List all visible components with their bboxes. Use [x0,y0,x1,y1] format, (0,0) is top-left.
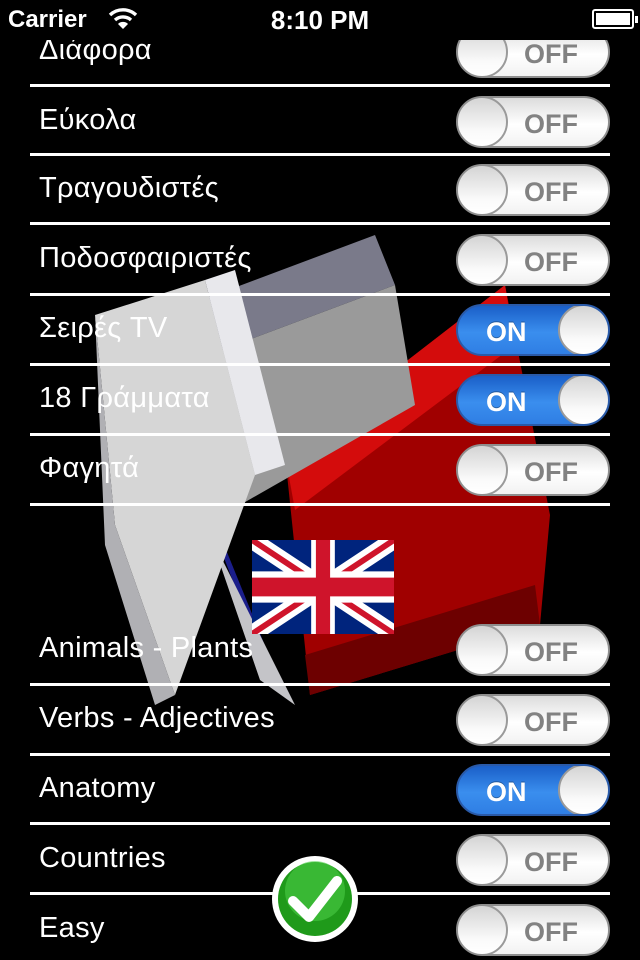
toggle-knob [458,236,508,284]
battery-icon [592,9,638,29]
toggle-state-label: OFF [524,917,578,947]
row-separator [30,222,610,225]
category-toggle[interactable]: OFF [456,904,610,956]
row-separator [30,683,610,686]
toggle-state-label: OFF [524,177,578,207]
toggle-knob [458,626,508,674]
category-row: Εύκολα OFF [30,88,610,156]
status-time: 8:10 PM [270,5,370,35]
category-row: Σειρές TV ON [30,296,610,364]
category-label: Countries [39,842,166,874]
category-label: Easy [39,912,105,944]
category-toggle[interactable]: ON [456,304,610,356]
done-checkmark-button[interactable] [271,855,359,943]
toggle-state-label: ON [486,317,527,347]
category-toggle[interactable]: OFF [456,444,610,496]
category-toggle[interactable]: OFF [456,96,610,148]
category-label: Σειρές TV [39,312,168,344]
category-label: Φαγητά [39,452,140,484]
category-label: 18 Γράμματα [39,382,210,414]
toggle-state-label: OFF [524,847,578,877]
row-separator [30,363,610,366]
row-separator [30,753,610,756]
category-row: Verbs - Adjectives OFF [30,686,610,754]
category-row: 18 Γράμματα ON [30,366,610,434]
row-separator [30,433,610,436]
toggle-knob [458,906,508,954]
toggle-state-label: OFF [524,109,578,139]
toggle-state-label: OFF [524,637,578,667]
category-label: Anatomy [39,772,156,804]
category-label: Τραγουδιστές [39,172,219,204]
toggle-state-label: OFF [524,39,578,69]
category-toggle[interactable]: ON [456,764,610,816]
category-toggle[interactable]: ON [456,374,610,426]
category-toggle[interactable]: OFF [456,834,610,886]
row-separator [30,293,610,296]
category-row: Φαγητά OFF [30,436,610,504]
toggle-knob [458,166,508,214]
toggle-state-label: OFF [524,247,578,277]
toggle-state-label: ON [486,777,527,807]
toggle-knob [558,306,608,354]
row-separator [30,84,610,87]
toggle-state-label: OFF [524,707,578,737]
toggle-state-label: OFF [524,457,578,487]
category-toggle[interactable]: OFF [456,624,610,676]
status-bar: Carrier 8:10 PM [0,0,640,40]
category-label: Verbs - Adjectives [39,702,275,734]
toggle-knob [558,766,608,814]
category-row: Τραγουδιστές OFF [30,156,610,224]
toggle-state-label: ON [486,387,527,417]
category-toggle[interactable]: OFF [456,694,610,746]
category-row: Animals - Plants OFF [30,616,610,684]
category-label: Ποδοσφαιριστές [39,242,252,274]
category-label: Εύκολα [39,104,137,136]
category-row: Anatomy ON [30,756,610,824]
toggle-knob [458,98,508,146]
row-separator [30,822,610,825]
row-separator [30,503,610,506]
toggle-knob [458,446,508,494]
category-toggle[interactable]: OFF [456,164,610,216]
toggle-knob [558,376,608,424]
toggle-knob [458,836,508,884]
category-label: Animals - Plants [39,632,254,664]
category-toggle[interactable]: OFF [456,234,610,286]
row-separator [30,153,610,156]
toggle-knob [458,696,508,744]
category-row: Ποδοσφαιριστές OFF [30,226,610,294]
